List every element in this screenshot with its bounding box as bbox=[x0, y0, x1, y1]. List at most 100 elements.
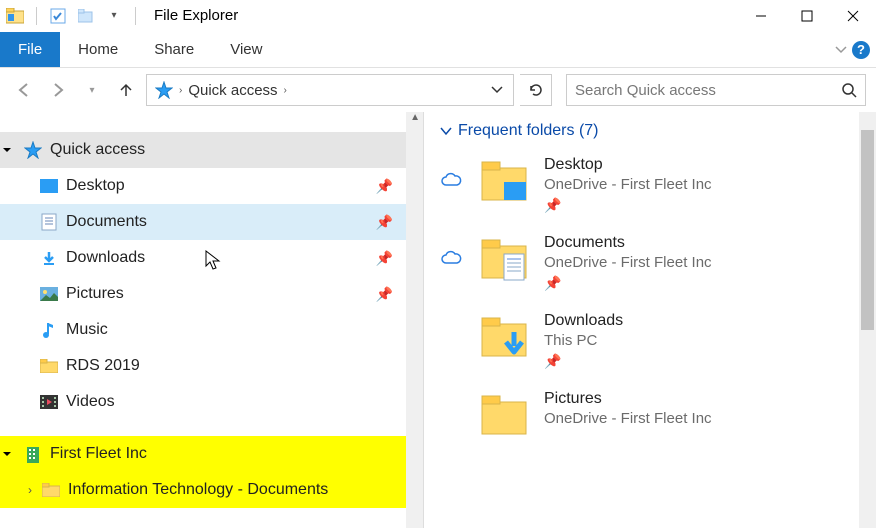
pin-icon: 📌 bbox=[376, 286, 393, 303]
company-icon bbox=[22, 445, 44, 463]
tree-item-music[interactable]: Music bbox=[0, 312, 423, 348]
address-dropdown-icon[interactable] bbox=[485, 86, 509, 94]
frequent-folder-documents[interactable]: Documents OneDrive - First Fleet Inc 📌 bbox=[424, 224, 876, 302]
cloud-icon bbox=[440, 250, 464, 266]
tree-item-label: First Fleet Inc bbox=[50, 445, 393, 463]
navigation-bar: ▾ › Quick access › bbox=[0, 68, 876, 112]
navigation-pane: Quick access Desktop 📌 Documents 📌 Downl… bbox=[0, 112, 423, 528]
frequent-folder-pictures[interactable]: Pictures OneDrive - First Fleet Inc bbox=[424, 380, 876, 448]
tree-item-label: Videos bbox=[66, 393, 393, 411]
tab-view[interactable]: View bbox=[212, 32, 280, 67]
frequent-folder-desktop[interactable]: Desktop OneDrive - First Fleet Inc 📌 bbox=[424, 146, 876, 224]
collapse-icon[interactable] bbox=[2, 145, 22, 155]
tab-home[interactable]: Home bbox=[60, 32, 136, 67]
tree-item-videos[interactable]: Videos bbox=[0, 384, 423, 420]
explorer-app-icon bbox=[4, 5, 26, 27]
videos-icon bbox=[38, 395, 60, 409]
tree-item-label: Pictures bbox=[66, 285, 376, 303]
download-icon bbox=[38, 250, 60, 266]
maximize-button[interactable] bbox=[784, 0, 830, 32]
folder-icon bbox=[38, 359, 60, 373]
back-button[interactable] bbox=[10, 76, 38, 104]
tree-item-label: Documents bbox=[66, 213, 376, 231]
folder-name: Pictures bbox=[544, 390, 712, 408]
search-input[interactable] bbox=[575, 82, 841, 99]
breadcrumb-quick-access[interactable]: Quick access bbox=[184, 82, 281, 99]
tree-item-label: Music bbox=[66, 321, 393, 339]
pin-icon: 📌 bbox=[544, 353, 623, 370]
pin-icon: 📌 bbox=[544, 275, 712, 292]
ribbon: File Home Share View ? bbox=[0, 32, 876, 68]
tree-item-label: RDS 2019 bbox=[66, 357, 393, 375]
pictures-icon bbox=[38, 287, 60, 301]
tree-item-label: Downloads bbox=[66, 249, 376, 267]
folder-location: OneDrive - First Fleet Inc bbox=[544, 254, 712, 271]
frequent-folder-downloads[interactable]: Downloads This PC 📌 bbox=[424, 302, 876, 380]
address-bar[interactable]: › Quick access › bbox=[146, 74, 514, 106]
up-button[interactable] bbox=[112, 76, 140, 104]
folder-location: OneDrive - First Fleet Inc bbox=[544, 410, 712, 427]
window-controls bbox=[738, 0, 876, 32]
frequent-folders-header[interactable]: Frequent folders (7) bbox=[424, 112, 876, 146]
chevron-right-icon[interactable]: › bbox=[177, 85, 184, 96]
tree-item-rds2019[interactable]: RDS 2019 bbox=[0, 348, 423, 384]
refresh-button[interactable] bbox=[520, 74, 552, 106]
scrollbar-thumb[interactable] bbox=[861, 130, 874, 330]
separator bbox=[135, 7, 136, 25]
pin-icon: 📌 bbox=[376, 250, 393, 267]
folder-large-icon bbox=[480, 390, 528, 438]
properties-icon[interactable] bbox=[47, 5, 69, 27]
scroll-up-icon[interactable]: ▲ bbox=[410, 112, 420, 123]
title-bar: ▾ File Explorer bbox=[0, 0, 876, 32]
new-folder-icon[interactable] bbox=[75, 5, 97, 27]
pin-icon: 📌 bbox=[376, 178, 393, 195]
pin-icon: 📌 bbox=[376, 214, 393, 231]
quick-access-star-icon bbox=[22, 141, 44, 159]
folder-large-icon bbox=[480, 312, 528, 360]
cloud-icon bbox=[440, 172, 464, 188]
pin-icon: 📌 bbox=[544, 197, 712, 214]
tree-company-child[interactable]: › Information Technology - Documents bbox=[0, 472, 423, 508]
tree-item-downloads[interactable]: Downloads 📌 bbox=[0, 240, 423, 276]
window-title: File Explorer bbox=[154, 7, 238, 24]
collapse-icon[interactable] bbox=[2, 449, 22, 459]
section-label: Frequent folders (7) bbox=[458, 122, 599, 140]
folder-name: Documents bbox=[544, 234, 712, 252]
folder-location: OneDrive - First Fleet Inc bbox=[544, 176, 712, 193]
minimize-button[interactable] bbox=[738, 0, 784, 32]
tree-scrollbar[interactable]: ▲ bbox=[406, 112, 423, 528]
search-box[interactable] bbox=[566, 74, 866, 106]
forward-button[interactable] bbox=[44, 76, 72, 104]
help-icon[interactable]: ? bbox=[852, 41, 870, 59]
qat-dropdown-icon[interactable]: ▾ bbox=[103, 5, 125, 27]
desktop-icon bbox=[38, 179, 60, 193]
tree-item-documents[interactable]: Documents 📌 bbox=[0, 204, 423, 240]
quick-access-star-icon[interactable] bbox=[151, 81, 177, 99]
tree-company-root[interactable]: First Fleet Inc bbox=[0, 436, 423, 472]
file-tab[interactable]: File bbox=[0, 32, 60, 67]
tree-item-label: Desktop bbox=[66, 177, 376, 195]
separator bbox=[36, 7, 37, 25]
tree-quick-access[interactable]: Quick access bbox=[0, 132, 423, 168]
recent-locations-icon[interactable]: ▾ bbox=[78, 76, 106, 104]
chevron-right-icon[interactable]: › bbox=[282, 85, 289, 96]
content-scrollbar[interactable] bbox=[859, 112, 876, 528]
tree-item-pictures[interactable]: Pictures 📌 bbox=[0, 276, 423, 312]
expand-icon[interactable]: › bbox=[20, 483, 40, 497]
folder-location: This PC bbox=[544, 332, 623, 349]
tab-share[interactable]: Share bbox=[136, 32, 212, 67]
folder-name: Downloads bbox=[544, 312, 623, 330]
quick-access-toolbar: ▾ bbox=[0, 5, 144, 27]
document-icon bbox=[38, 213, 60, 231]
folder-large-icon bbox=[480, 234, 528, 282]
expand-ribbon-icon[interactable] bbox=[834, 45, 848, 55]
tree-item-label: Quick access bbox=[50, 141, 393, 159]
tree-item-label: Information Technology - Documents bbox=[68, 481, 393, 499]
folder-name: Desktop bbox=[544, 156, 712, 174]
folder-icon bbox=[40, 483, 62, 497]
search-icon[interactable] bbox=[841, 82, 857, 98]
collapse-icon[interactable] bbox=[440, 126, 452, 136]
close-button[interactable] bbox=[830, 0, 876, 32]
folder-large-icon bbox=[480, 156, 528, 204]
tree-item-desktop[interactable]: Desktop 📌 bbox=[0, 168, 423, 204]
